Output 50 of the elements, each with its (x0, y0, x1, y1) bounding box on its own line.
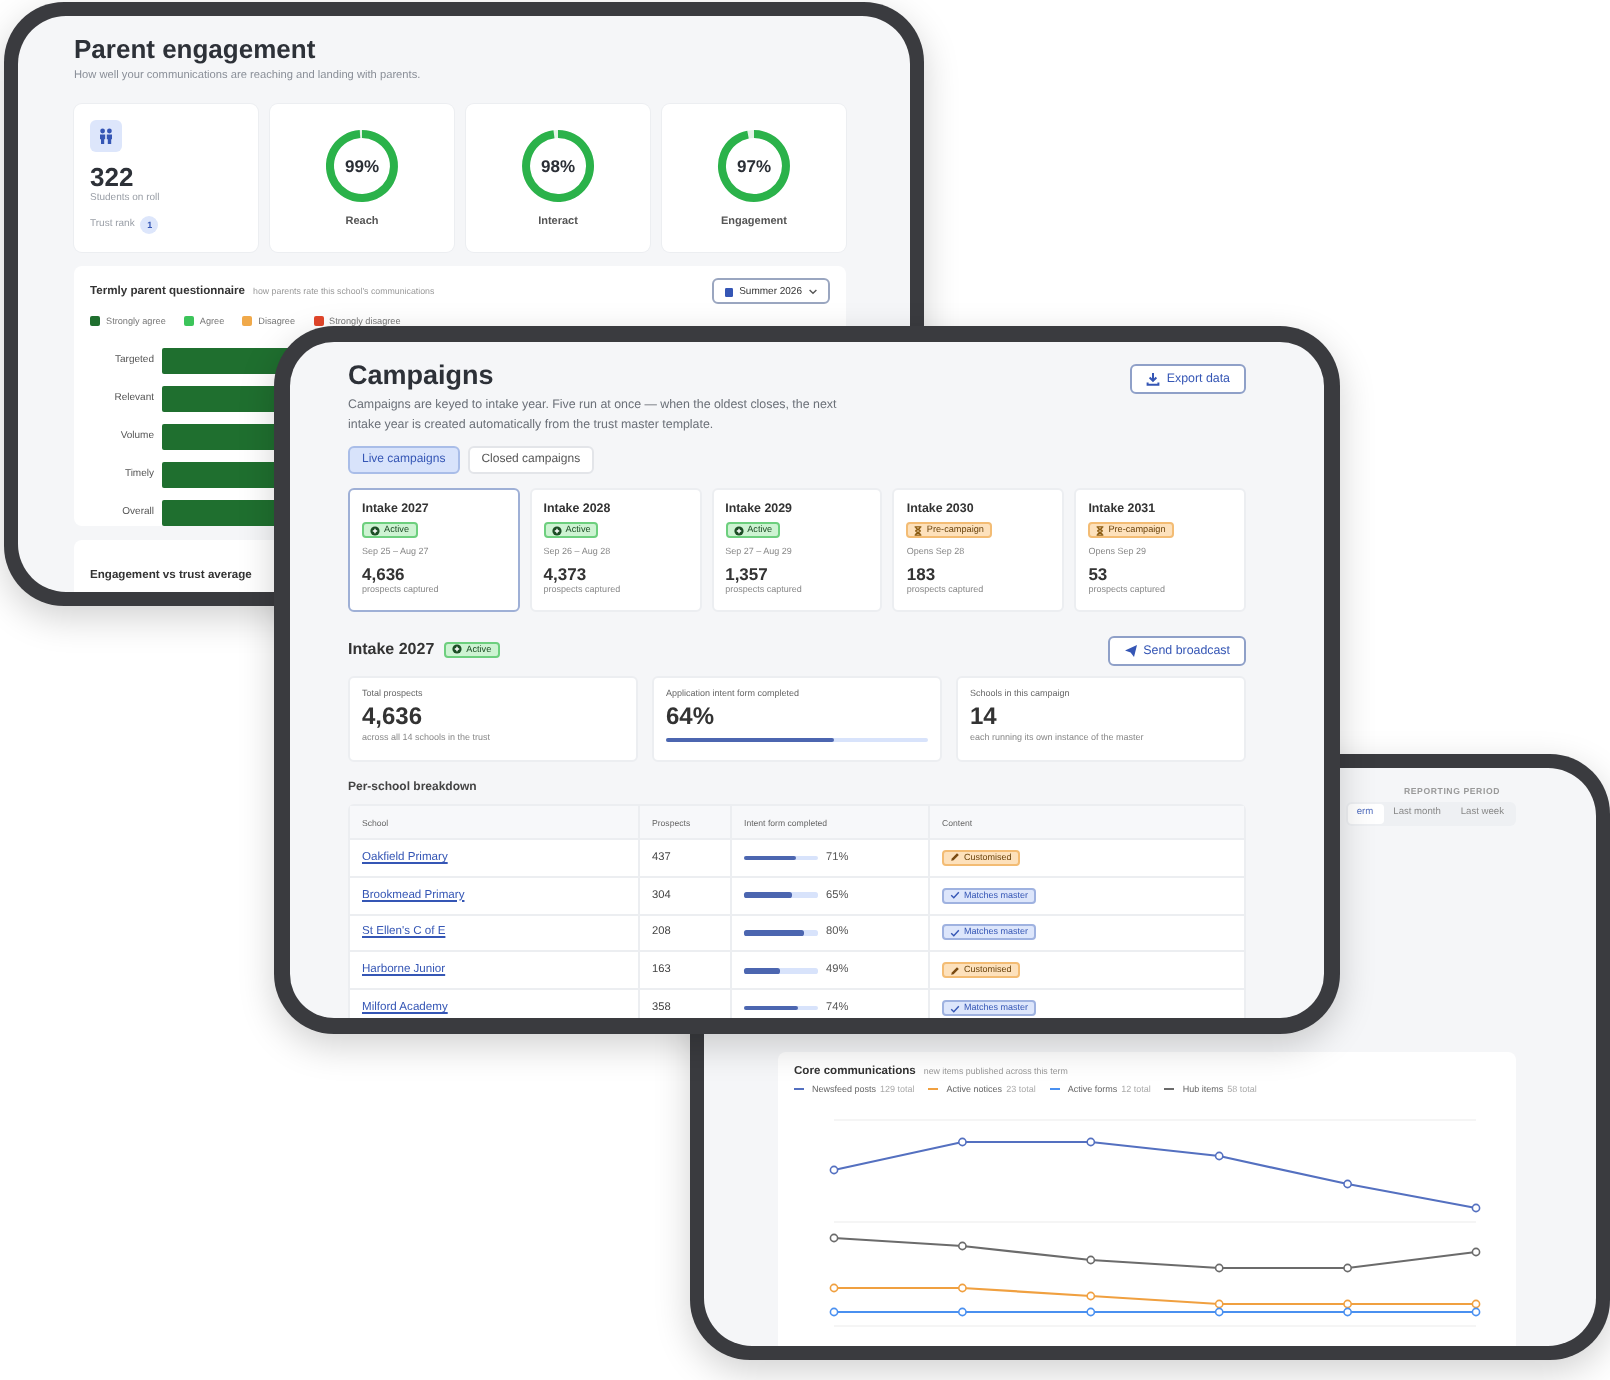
pencil-icon (950, 965, 960, 976)
data-point (1471, 1247, 1481, 1257)
student-count: 322 (90, 162, 136, 192)
data-point (958, 1241, 967, 1251)
plus-circle-icon (551, 525, 562, 535)
prospect-count: 53 (1088, 564, 1110, 584)
ring-value: 97% (734, 154, 773, 178)
calendar-icon (723, 285, 734, 297)
data-point (1086, 1137, 1096, 1147)
page-title: Campaigns (348, 360, 496, 392)
stat-value: 14 (970, 702, 999, 730)
data-point (1343, 1179, 1352, 1189)
pencil-icon (950, 852, 960, 863)
section-title: Intake 2027 (348, 639, 435, 659)
data-point (958, 1137, 967, 1147)
prospect-count: 4,373 (543, 564, 589, 584)
prospect-count: 183 (906, 564, 938, 584)
data-point (958, 1283, 967, 1293)
data-point (1214, 1263, 1224, 1273)
chevron-down-icon (808, 287, 818, 295)
data-point (829, 1165, 839, 1175)
data-point (1471, 1203, 1481, 1213)
stat-value: 64% (666, 702, 717, 730)
ring-value: 98% (538, 154, 577, 178)
check-icon (950, 1003, 960, 1014)
hourglass-icon (914, 525, 923, 535)
prospect-count: 4,636 (362, 564, 407, 584)
data-point (958, 1307, 967, 1317)
download-icon (1146, 372, 1161, 386)
ring-value: 99% (342, 154, 381, 178)
check-icon (950, 927, 960, 938)
data-point (829, 1233, 839, 1243)
hourglass-icon (1096, 525, 1105, 535)
plus-circle-icon (733, 525, 744, 535)
plus-circle-icon (370, 525, 380, 535)
page-title: Parent engagement (74, 34, 318, 66)
data-point (829, 1307, 839, 1317)
data-point (1214, 1151, 1224, 1161)
people-icon (90, 120, 122, 152)
data-point (1086, 1291, 1096, 1301)
data-point (1343, 1263, 1352, 1273)
prospect-count: 1,357 (725, 564, 770, 584)
data-point (829, 1283, 839, 1293)
stacked-bar (162, 348, 290, 374)
data-point (1086, 1307, 1096, 1317)
stat-value: 4,636 (362, 702, 425, 730)
plus-circle-icon (452, 644, 463, 654)
check-icon (950, 890, 960, 901)
data-point (1086, 1255, 1096, 1265)
paper-plane-icon (1123, 644, 1138, 658)
